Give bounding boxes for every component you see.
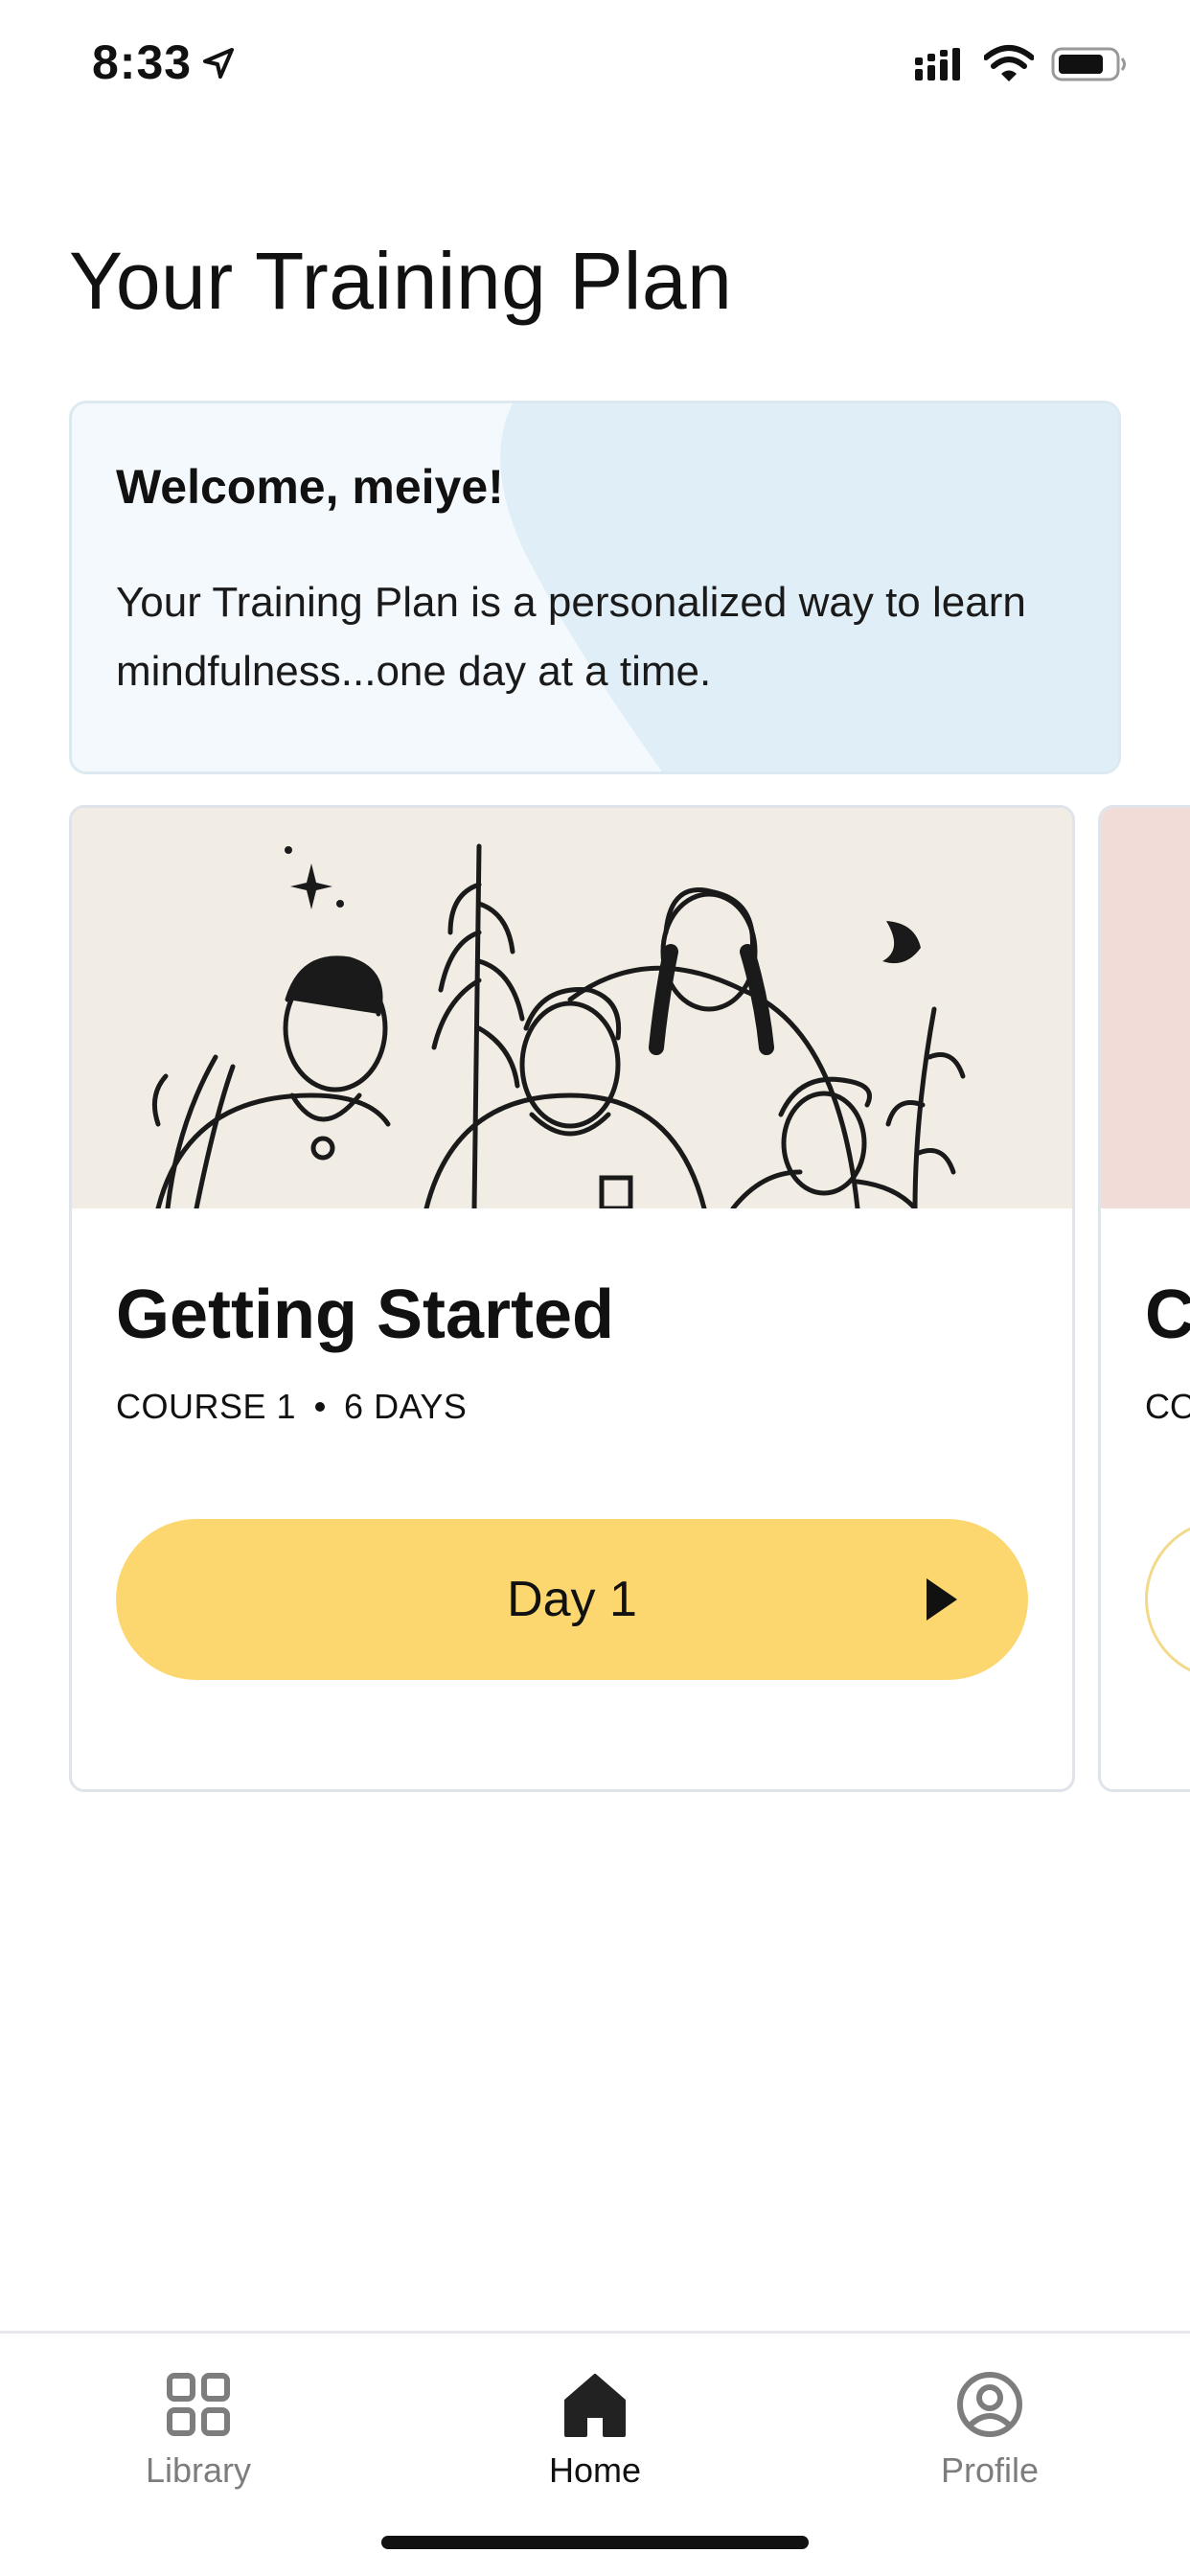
course-card-next[interactable]: C CO [1098,805,1190,1792]
next-course-button[interactable] [1145,1519,1190,1680]
play-icon [927,1578,957,1621]
course-number: COURSE 1 [116,1387,297,1426]
tab-library[interactable]: Library [74,2353,323,2516]
location-arrow-icon [203,48,234,79]
course-duration: 6 DAYS [344,1387,468,1426]
home-indicator[interactable] [381,2536,809,2549]
status-time: 8:33 [92,35,193,89]
start-day-button[interactable]: Day 1 [116,1519,1028,1680]
welcome-card: Welcome, meiye! Your Training Plan is a … [69,401,1121,774]
tab-label-home: Home [548,2450,642,2490]
course-illustration [72,808,1072,1211]
wifi-icon [984,45,1034,81]
welcome-text: Your Training Plan is a personalized way… [116,579,1026,695]
battery-icon [1051,47,1126,81]
screen: 8:33 Your Training Plan Welcome, meiye! … [0,0,1190,2576]
tab-label-library: Library [145,2450,252,2490]
page-title: Your Training Plan [69,236,733,326]
status-bar: 8:33 [0,0,1190,129]
home-icon [564,2374,626,2437]
cellular-signal-icon [915,48,960,80]
course-title: Getting Started [116,1276,615,1353]
separator-dot [315,1402,326,1412]
people-illustration [151,843,966,1211]
tab-profile[interactable]: Profile [865,2353,1114,2516]
profile-icon [957,2372,1022,2437]
next-course-meta: CO [1145,1387,1190,1426]
course-card-getting-started[interactable]: Getting Started COURSE 1 6 DAYS Day 1 [69,805,1075,1792]
next-course-title: C [1145,1276,1190,1353]
welcome-title: Welcome, meiye! [116,460,504,514]
day-button-label: Day 1 [507,1572,637,1627]
tab-label-profile: Profile [940,2450,1040,2490]
tab-home[interactable]: Home [470,2353,720,2516]
grid-icon [167,2373,230,2436]
next-course-illustration [1101,808,1190,1208]
course-meta: COURSE 1 6 DAYS [116,1387,467,1427]
